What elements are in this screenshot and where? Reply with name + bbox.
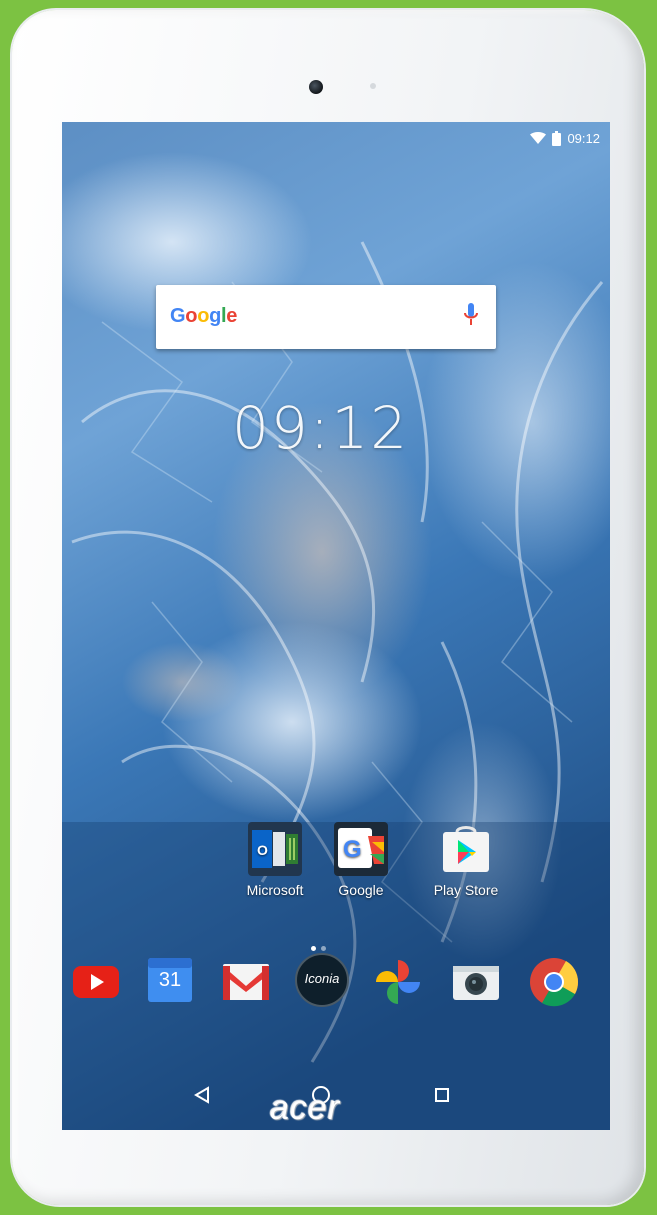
front-camera [309, 80, 323, 94]
google-logo: Google [170, 305, 238, 327]
app-google-folder[interactable]: G Google [326, 822, 396, 898]
iconia-icon[interactable]: Iconia [294, 952, 350, 1008]
photos-icon[interactable] [370, 954, 426, 1010]
svg-text:O: O [257, 842, 268, 858]
back-icon[interactable] [194, 1086, 210, 1104]
microsoft-folder-icon: O [248, 822, 302, 876]
play-store-icon [439, 822, 493, 876]
chrome-icon[interactable] [526, 954, 582, 1010]
battery-icon [552, 130, 562, 146]
calendar-icon[interactable]: 31 [142, 952, 198, 1008]
page-dot-2 [321, 946, 326, 951]
google-search-bar[interactable]: Google [156, 285, 496, 349]
wifi-icon [530, 131, 547, 144]
microphone-icon[interactable] [464, 303, 478, 329]
page-indicator [311, 946, 326, 951]
tablet-device: 09:12 Google 09:12 O Microsoft G Google … [12, 10, 644, 1205]
status-time: 09:12 [567, 130, 600, 146]
recents-icon[interactable] [434, 1087, 450, 1103]
status-bar: 09:12 [530, 128, 600, 148]
svg-text:G: G [343, 836, 362, 863]
gmail-icon[interactable] [218, 954, 274, 1010]
iconia-label: Iconia [304, 971, 340, 986]
clock-widget[interactable]: 09:12 [232, 394, 409, 462]
app-label-microsoft: Microsoft [246, 882, 304, 898]
app-label-google: Google [338, 882, 384, 898]
app-play-store[interactable]: Play Store [426, 822, 506, 898]
google-folder-icon: G [334, 822, 388, 876]
camera-icon[interactable] [448, 954, 504, 1010]
page-dot-1 [311, 946, 316, 951]
app-microsoft-folder[interactable]: O Microsoft [240, 822, 310, 898]
calendar-date: 31 [158, 969, 182, 991]
youtube-icon[interactable] [68, 954, 124, 1010]
light-sensor [370, 83, 376, 89]
acer-logo: acer [270, 1089, 341, 1127]
app-label-play-store: Play Store [433, 882, 499, 898]
home-screen: 09:12 Google 09:12 O Microsoft G Google … [62, 122, 610, 1130]
